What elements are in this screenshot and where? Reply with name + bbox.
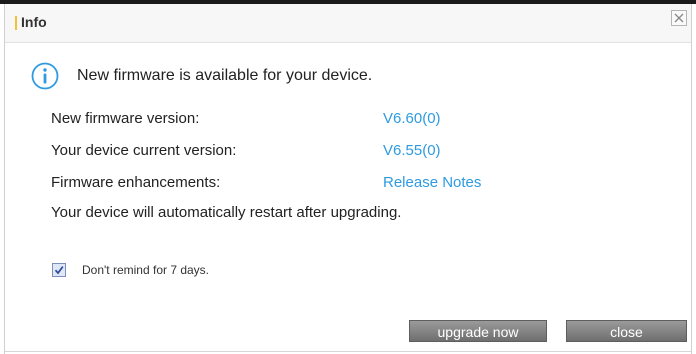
upgrade-now-button[interactable]: upgrade now	[409, 320, 547, 342]
info-message: New firmware is available for your devic…	[77, 67, 373, 84]
info-dialog: Info New firmware is available for your …	[4, 4, 692, 354]
remind-label: Don't remind for 7 days.	[82, 263, 210, 277]
current-version-label: Your device current version:	[51, 142, 237, 159]
restart-notice: Your device will automatically restart a…	[51, 204, 402, 221]
close-button[interactable]: close	[566, 320, 687, 342]
dialog-title: Info	[21, 14, 47, 30]
header-accent	[15, 16, 17, 30]
dialog-header: Info	[5, 4, 691, 43]
new-firmware-version-label: New firmware version:	[51, 110, 200, 127]
remind-checkbox[interactable]	[52, 263, 66, 277]
info-icon	[31, 62, 59, 90]
release-notes-link[interactable]: Release Notes	[383, 174, 481, 191]
current-version-value: V6.55(0)	[383, 142, 441, 159]
firmware-enhancements-label: Firmware enhancements:	[51, 174, 221, 191]
close-icon[interactable]	[671, 10, 687, 26]
bottom-divider	[5, 351, 691, 352]
new-firmware-version-value: V6.60(0)	[383, 110, 441, 127]
